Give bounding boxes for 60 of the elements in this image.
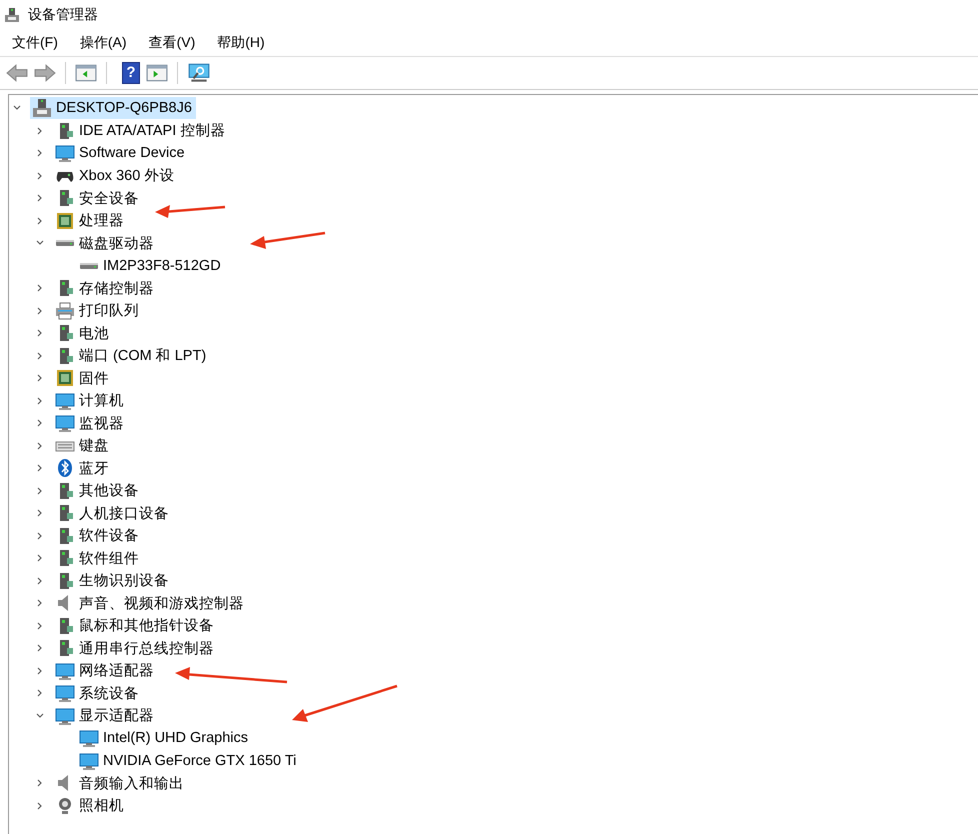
tree-item[interactable]: Software Device <box>79 145 185 162</box>
tree-item[interactable]: DESKTOP-Q6PB8J6 <box>30 97 196 120</box>
tree-item[interactable]: Intel(R) UHD Graphics <box>103 730 248 746</box>
tree-item[interactable]: 鼠标和其他指针设备 <box>79 616 214 636</box>
forward-arrow-icon[interactable] <box>34 64 56 82</box>
tree-item[interactable]: 系统设备 <box>79 684 139 703</box>
tree-item[interactable]: 计算机 <box>79 391 124 410</box>
menu-item[interactable]: 操作(A) <box>68 31 137 55</box>
pane-icon[interactable] <box>146 63 168 83</box>
pane-icon[interactable] <box>75 63 97 83</box>
tree-item[interactable]: 安全设备 <box>79 188 139 208</box>
tree-item[interactable]: 显示适配器 <box>79 706 154 726</box>
tree-item[interactable]: 键盘 <box>79 436 109 456</box>
printer-icon <box>55 300 75 321</box>
tree-item[interactable]: 固件 <box>79 368 109 388</box>
menu-item[interactable]: 文件(F) <box>0 31 68 55</box>
tree-item[interactable]: 声音、视频和游戏控制器 <box>79 594 244 613</box>
tree-item[interactable]: 蓝牙 <box>79 458 109 478</box>
tree-item[interactable]: 端口 (COM 和 LPT) <box>79 346 206 366</box>
drive-icon <box>79 262 99 270</box>
tree-item[interactable]: 存储控制器 <box>79 278 154 298</box>
help-icon[interactable]: ? <box>122 62 140 84</box>
menu-item[interactable]: 查看(V) <box>136 31 206 55</box>
chip-icon <box>55 210 75 231</box>
chip-icon <box>55 368 75 388</box>
monitor-icon <box>55 390 75 411</box>
monitor-icon <box>79 728 99 748</box>
tree-item[interactable]: 生物识别设备 <box>79 571 169 590</box>
annotation-arrow <box>155 205 226 218</box>
tree-item[interactable]: 监视器 <box>79 414 124 433</box>
tree-item[interactable]: NVIDIA GeForce GTX 1650 Ti <box>103 752 296 769</box>
tree-item[interactable]: 人机接口设备 <box>79 504 169 523</box>
tree-item[interactable]: 音频输入和输出 <box>79 774 184 793</box>
tree-item[interactable]: 其他设备 <box>79 481 139 500</box>
tree-item[interactable]: 打印队列 <box>79 301 139 320</box>
window-title: 设备管理器 <box>28 6 98 24</box>
monitor-icon <box>55 706 75 726</box>
computer-icon <box>32 98 52 118</box>
back-arrow-icon[interactable] <box>6 64 28 82</box>
drive-icon <box>55 239 75 248</box>
monitor-icon <box>79 750 99 771</box>
computer-icon <box>4 7 20 23</box>
monitor-icon <box>55 413 75 434</box>
menu-item[interactable]: 帮助(H) <box>205 31 275 55</box>
tree-item[interactable]: 磁盘驱动器 <box>79 234 154 253</box>
monitor-icon <box>55 683 75 704</box>
tree-item[interactable]: IM2P33F8-512GD <box>103 258 221 274</box>
tree-item[interactable]: Xbox 360 外设 <box>79 166 174 186</box>
tree-item[interactable]: 软件组件 <box>79 548 139 568</box>
tree-item[interactable]: 处理器 <box>79 211 124 230</box>
monitor-icon <box>55 660 75 681</box>
tree-item[interactable]: 软件设备 <box>79 526 139 546</box>
tree-item[interactable]: 网络适配器 <box>79 661 154 680</box>
bluetooth-icon <box>55 458 75 478</box>
tree-item[interactable]: IDE ATA/ATAPI 控制器 <box>79 121 226 140</box>
tree-item[interactable]: 照相机 <box>79 796 124 816</box>
tree-item[interactable]: 电池 <box>79 324 109 343</box>
monitor-icon[interactable] <box>187 62 211 84</box>
monitor-icon <box>55 143 75 164</box>
tree-item[interactable]: 通用串行总线控制器 <box>79 638 214 658</box>
